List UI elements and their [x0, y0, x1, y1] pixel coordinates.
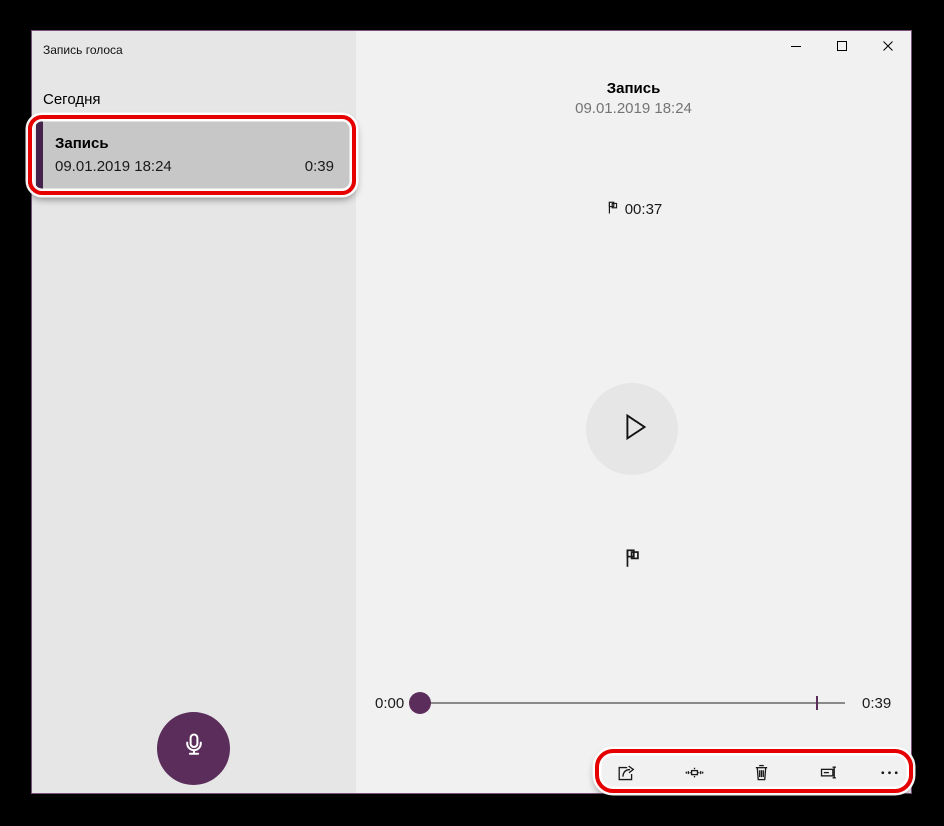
minimize-button[interactable]: [773, 31, 819, 65]
play-icon: [611, 408, 654, 451]
close-icon: [882, 39, 894, 57]
player-pane: Запись 09.01.2019 18:24 00:37: [356, 31, 911, 793]
flag-marker-time: 00:37: [625, 201, 663, 218]
recording-list-item[interactable]: Запись 09.01.2019 18:24 0:39: [36, 121, 352, 190]
more-button[interactable]: [867, 755, 911, 793]
selection-accent-bar: [36, 121, 43, 190]
close-button[interactable]: [865, 31, 911, 65]
seek-slider-track[interactable]: [420, 702, 845, 704]
share-button[interactable]: [603, 755, 647, 793]
voice-recorder-window: Запись голоса Сегодня Запись 09.01.2019 …: [31, 30, 912, 794]
flag-marker-row[interactable]: 00:37: [356, 200, 911, 219]
delete-icon: [751, 762, 772, 786]
recordings-sidebar: Запись голоса Сегодня Запись 09.01.2019 …: [32, 31, 356, 793]
add-flag-button[interactable]: [621, 547, 643, 569]
minimize-icon: [790, 39, 802, 57]
recording-title: Запись: [55, 135, 109, 152]
elapsed-time-label: 0:00: [375, 695, 404, 712]
delete-button[interactable]: [739, 755, 783, 793]
play-button[interactable]: [586, 383, 678, 475]
trim-button[interactable]: [672, 755, 716, 793]
player-recording-title: Запись: [356, 80, 911, 97]
rename-icon: [819, 762, 840, 786]
section-label-today: Сегодня: [43, 91, 101, 108]
more-ellipsis-icon: [879, 762, 900, 786]
flag-icon: [621, 556, 643, 573]
share-icon: [615, 762, 636, 786]
rename-button[interactable]: [807, 755, 851, 793]
player-recording-datetime: 09.01.2019 18:24: [356, 100, 911, 117]
flag-icon: [605, 200, 620, 219]
maximize-icon: [836, 39, 848, 57]
recording-datetime: 09.01.2019 18:24: [55, 158, 172, 175]
app-title: Запись голоса: [43, 43, 123, 57]
window-controls: [773, 31, 911, 65]
maximize-button[interactable]: [819, 31, 865, 65]
seek-slider-thumb[interactable]: [409, 692, 431, 714]
total-time-label: 0:39: [862, 695, 891, 712]
microphone-icon: [177, 729, 211, 768]
trim-icon: [684, 762, 705, 786]
recording-duration: 0:39: [305, 158, 334, 175]
record-button[interactable]: [157, 712, 230, 785]
flag-position-tick: [816, 696, 818, 710]
